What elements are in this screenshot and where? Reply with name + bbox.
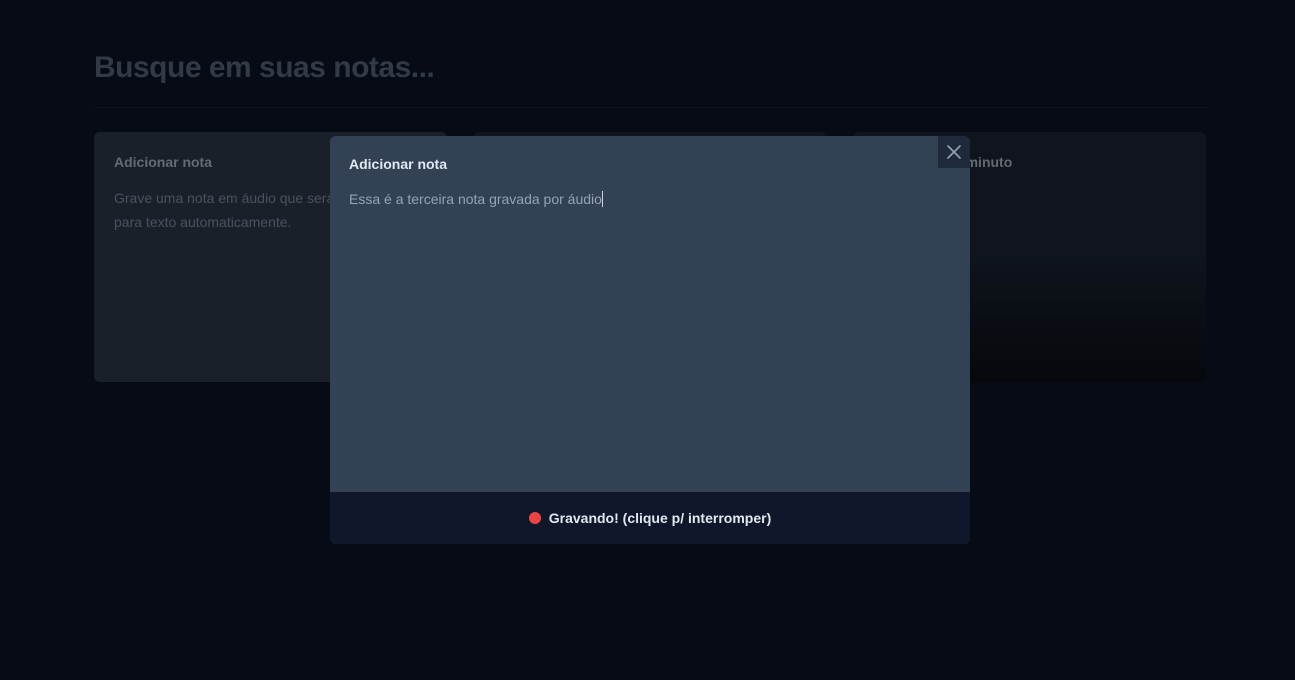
recording-label: Gravando! (clique p/ interromper) — [548, 510, 772, 526]
add-note-modal: Adicionar nota Essa é a terceira nota gr… — [330, 136, 970, 544]
recording-dot-icon — [528, 512, 541, 524]
text-caret — [601, 191, 603, 207]
modal-body: Adicionar nota Essa é a terceira nota gr… — [349, 156, 951, 209]
modal-title: Adicionar nota — [349, 156, 448, 172]
note-editor[interactable]: Essa é a terceira nota gravada por áudio — [349, 189, 951, 209]
stop-recording-button[interactable]: Gravando! (clique p/ interromper) — [330, 492, 970, 544]
page: Adicionar nota Grave uma nota em áudio q… — [0, 0, 1295, 680]
note-editor-text: Essa é a terceira nota gravada por áudio — [349, 191, 602, 207]
